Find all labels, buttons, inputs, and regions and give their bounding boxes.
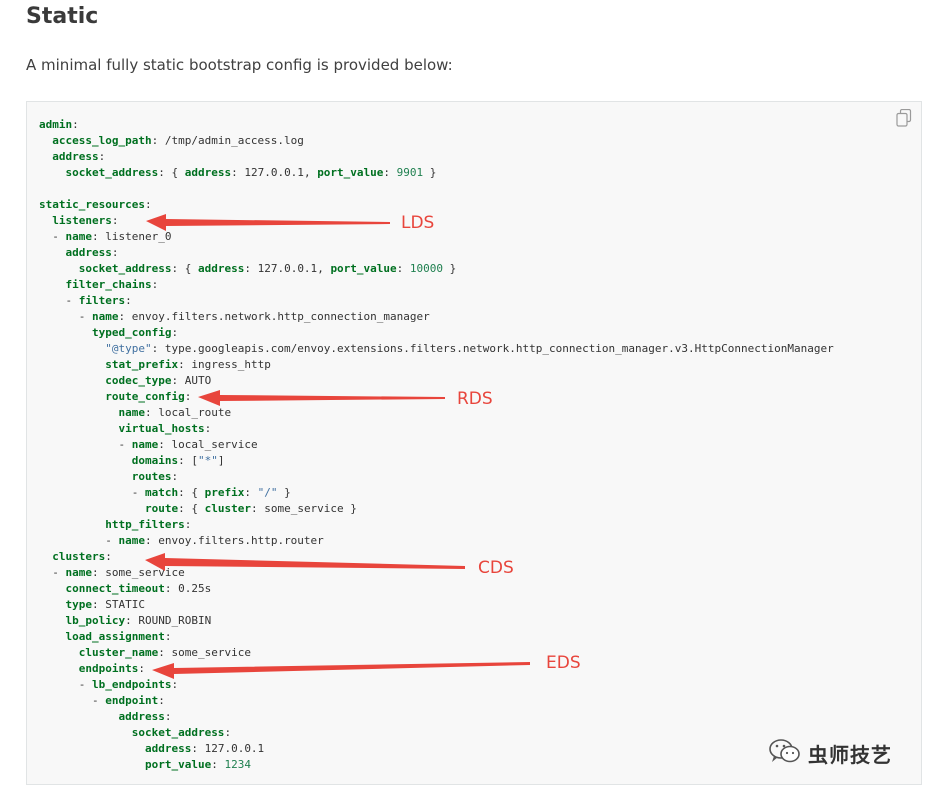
watermark: 虫师技艺 [768,737,892,770]
wechat-icon [768,737,802,770]
annotation-cds: CDS [478,558,514,578]
arrow-lds [146,214,390,231]
annotation-eds: EDS [546,653,581,673]
arrow-eds [152,662,530,679]
watermark-text: 虫师技艺 [808,743,892,767]
annotation-rds: RDS [457,389,493,409]
arrow-rds [198,390,445,406]
annotation-lds: LDS [401,213,435,233]
arrow-cds [145,553,465,571]
